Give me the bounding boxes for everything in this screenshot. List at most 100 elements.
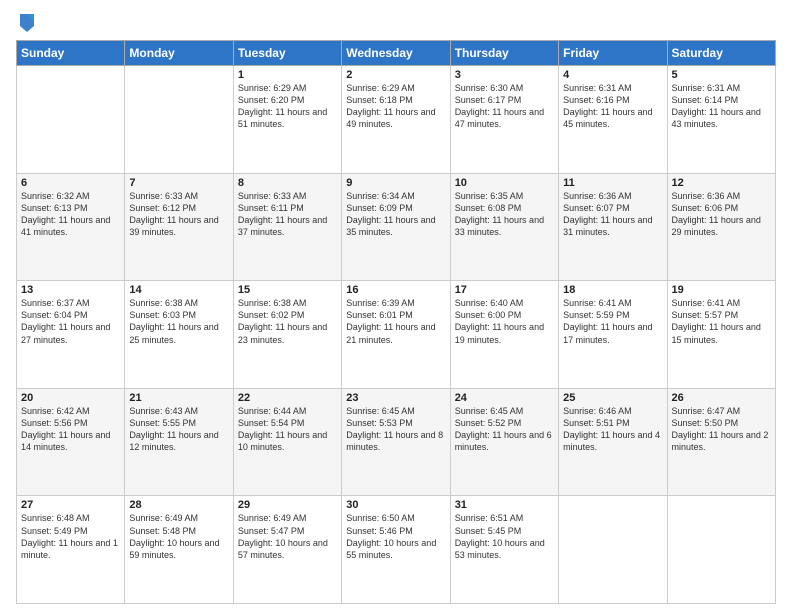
day-info: Sunrise: 6:42 AM Sunset: 5:56 PM Dayligh… <box>21 405 120 454</box>
logo-icon <box>18 12 36 34</box>
day-info: Sunrise: 6:29 AM Sunset: 6:20 PM Dayligh… <box>238 82 337 131</box>
day-number: 15 <box>238 284 337 296</box>
day-info: Sunrise: 6:45 AM Sunset: 5:52 PM Dayligh… <box>455 405 554 454</box>
day-number: 30 <box>346 499 445 511</box>
day-info: Sunrise: 6:40 AM Sunset: 6:00 PM Dayligh… <box>455 297 554 346</box>
calendar-cell <box>559 496 667 604</box>
calendar-cell: 28Sunrise: 6:49 AM Sunset: 5:48 PM Dayli… <box>125 496 233 604</box>
day-number: 3 <box>455 69 554 81</box>
day-number: 9 <box>346 177 445 189</box>
day-number: 19 <box>672 284 771 296</box>
day-number: 13 <box>21 284 120 296</box>
day-info: Sunrise: 6:41 AM Sunset: 5:57 PM Dayligh… <box>672 297 771 346</box>
day-number: 20 <box>21 392 120 404</box>
weekday-header-cell: Thursday <box>450 41 558 66</box>
calendar-cell: 31Sunrise: 6:51 AM Sunset: 5:45 PM Dayli… <box>450 496 558 604</box>
day-number: 10 <box>455 177 554 189</box>
calendar-cell: 25Sunrise: 6:46 AM Sunset: 5:51 PM Dayli… <box>559 388 667 496</box>
weekday-header-cell: Friday <box>559 41 667 66</box>
day-info: Sunrise: 6:43 AM Sunset: 5:55 PM Dayligh… <box>129 405 228 454</box>
day-number: 16 <box>346 284 445 296</box>
day-info: Sunrise: 6:41 AM Sunset: 5:59 PM Dayligh… <box>563 297 662 346</box>
day-number: 8 <box>238 177 337 189</box>
day-number: 1 <box>238 69 337 81</box>
calendar-cell: 19Sunrise: 6:41 AM Sunset: 5:57 PM Dayli… <box>667 281 775 389</box>
calendar-cell: 24Sunrise: 6:45 AM Sunset: 5:52 PM Dayli… <box>450 388 558 496</box>
calendar-cell: 29Sunrise: 6:49 AM Sunset: 5:47 PM Dayli… <box>233 496 341 604</box>
day-number: 11 <box>563 177 662 189</box>
calendar-cell: 4Sunrise: 6:31 AM Sunset: 6:16 PM Daylig… <box>559 66 667 174</box>
calendar-cell: 22Sunrise: 6:44 AM Sunset: 5:54 PM Dayli… <box>233 388 341 496</box>
day-info: Sunrise: 6:38 AM Sunset: 6:02 PM Dayligh… <box>238 297 337 346</box>
day-info: Sunrise: 6:51 AM Sunset: 5:45 PM Dayligh… <box>455 512 554 561</box>
day-number: 12 <box>672 177 771 189</box>
header <box>16 12 776 34</box>
calendar-body: 1Sunrise: 6:29 AM Sunset: 6:20 PM Daylig… <box>17 66 776 604</box>
day-number: 7 <box>129 177 228 189</box>
day-number: 31 <box>455 499 554 511</box>
day-info: Sunrise: 6:32 AM Sunset: 6:13 PM Dayligh… <box>21 190 120 239</box>
calendar-row: 1Sunrise: 6:29 AM Sunset: 6:20 PM Daylig… <box>17 66 776 174</box>
day-info: Sunrise: 6:31 AM Sunset: 6:14 PM Dayligh… <box>672 82 771 131</box>
calendar-cell: 3Sunrise: 6:30 AM Sunset: 6:17 PM Daylig… <box>450 66 558 174</box>
calendar-cell: 30Sunrise: 6:50 AM Sunset: 5:46 PM Dayli… <box>342 496 450 604</box>
day-info: Sunrise: 6:35 AM Sunset: 6:08 PM Dayligh… <box>455 190 554 239</box>
day-info: Sunrise: 6:50 AM Sunset: 5:46 PM Dayligh… <box>346 512 445 561</box>
day-number: 2 <box>346 69 445 81</box>
day-number: 22 <box>238 392 337 404</box>
day-info: Sunrise: 6:47 AM Sunset: 5:50 PM Dayligh… <box>672 405 771 454</box>
calendar-row: 27Sunrise: 6:48 AM Sunset: 5:49 PM Dayli… <box>17 496 776 604</box>
calendar-cell: 18Sunrise: 6:41 AM Sunset: 5:59 PM Dayli… <box>559 281 667 389</box>
calendar-cell: 23Sunrise: 6:45 AM Sunset: 5:53 PM Dayli… <box>342 388 450 496</box>
day-info: Sunrise: 6:49 AM Sunset: 5:47 PM Dayligh… <box>238 512 337 561</box>
weekday-header-row: SundayMondayTuesdayWednesdayThursdayFrid… <box>17 41 776 66</box>
day-number: 24 <box>455 392 554 404</box>
day-number: 14 <box>129 284 228 296</box>
calendar-cell <box>667 496 775 604</box>
calendar-cell: 14Sunrise: 6:38 AM Sunset: 6:03 PM Dayli… <box>125 281 233 389</box>
day-info: Sunrise: 6:31 AM Sunset: 6:16 PM Dayligh… <box>563 82 662 131</box>
calendar-cell: 21Sunrise: 6:43 AM Sunset: 5:55 PM Dayli… <box>125 388 233 496</box>
day-info: Sunrise: 6:29 AM Sunset: 6:18 PM Dayligh… <box>346 82 445 131</box>
weekday-header-cell: Saturday <box>667 41 775 66</box>
day-number: 5 <box>672 69 771 81</box>
day-number: 27 <box>21 499 120 511</box>
day-number: 25 <box>563 392 662 404</box>
calendar-cell: 12Sunrise: 6:36 AM Sunset: 6:06 PM Dayli… <box>667 173 775 281</box>
day-info: Sunrise: 6:33 AM Sunset: 6:11 PM Dayligh… <box>238 190 337 239</box>
calendar-cell: 1Sunrise: 6:29 AM Sunset: 6:20 PM Daylig… <box>233 66 341 174</box>
day-number: 29 <box>238 499 337 511</box>
day-info: Sunrise: 6:30 AM Sunset: 6:17 PM Dayligh… <box>455 82 554 131</box>
day-info: Sunrise: 6:39 AM Sunset: 6:01 PM Dayligh… <box>346 297 445 346</box>
calendar-cell: 11Sunrise: 6:36 AM Sunset: 6:07 PM Dayli… <box>559 173 667 281</box>
calendar-cell: 13Sunrise: 6:37 AM Sunset: 6:04 PM Dayli… <box>17 281 125 389</box>
calendar-cell: 9Sunrise: 6:34 AM Sunset: 6:09 PM Daylig… <box>342 173 450 281</box>
day-info: Sunrise: 6:36 AM Sunset: 6:07 PM Dayligh… <box>563 190 662 239</box>
calendar-cell: 15Sunrise: 6:38 AM Sunset: 6:02 PM Dayli… <box>233 281 341 389</box>
logo <box>16 12 36 34</box>
day-info: Sunrise: 6:34 AM Sunset: 6:09 PM Dayligh… <box>346 190 445 239</box>
main-container: SundayMondayTuesdayWednesdayThursdayFrid… <box>0 0 792 612</box>
day-info: Sunrise: 6:33 AM Sunset: 6:12 PM Dayligh… <box>129 190 228 239</box>
calendar-cell: 20Sunrise: 6:42 AM Sunset: 5:56 PM Dayli… <box>17 388 125 496</box>
weekday-header-cell: Sunday <box>17 41 125 66</box>
calendar-row: 20Sunrise: 6:42 AM Sunset: 5:56 PM Dayli… <box>17 388 776 496</box>
day-info: Sunrise: 6:46 AM Sunset: 5:51 PM Dayligh… <box>563 405 662 454</box>
calendar-cell <box>17 66 125 174</box>
day-info: Sunrise: 6:45 AM Sunset: 5:53 PM Dayligh… <box>346 405 445 454</box>
weekday-header-cell: Wednesday <box>342 41 450 66</box>
day-info: Sunrise: 6:38 AM Sunset: 6:03 PM Dayligh… <box>129 297 228 346</box>
calendar-cell: 8Sunrise: 6:33 AM Sunset: 6:11 PM Daylig… <box>233 173 341 281</box>
calendar-cell: 2Sunrise: 6:29 AM Sunset: 6:18 PM Daylig… <box>342 66 450 174</box>
day-number: 21 <box>129 392 228 404</box>
day-info: Sunrise: 6:44 AM Sunset: 5:54 PM Dayligh… <box>238 405 337 454</box>
day-number: 6 <box>21 177 120 189</box>
calendar-cell: 10Sunrise: 6:35 AM Sunset: 6:08 PM Dayli… <box>450 173 558 281</box>
calendar-cell <box>125 66 233 174</box>
day-info: Sunrise: 6:36 AM Sunset: 6:06 PM Dayligh… <box>672 190 771 239</box>
day-number: 28 <box>129 499 228 511</box>
day-number: 26 <box>672 392 771 404</box>
calendar-cell: 17Sunrise: 6:40 AM Sunset: 6:00 PM Dayli… <box>450 281 558 389</box>
calendar-cell: 5Sunrise: 6:31 AM Sunset: 6:14 PM Daylig… <box>667 66 775 174</box>
calendar-row: 6Sunrise: 6:32 AM Sunset: 6:13 PM Daylig… <box>17 173 776 281</box>
